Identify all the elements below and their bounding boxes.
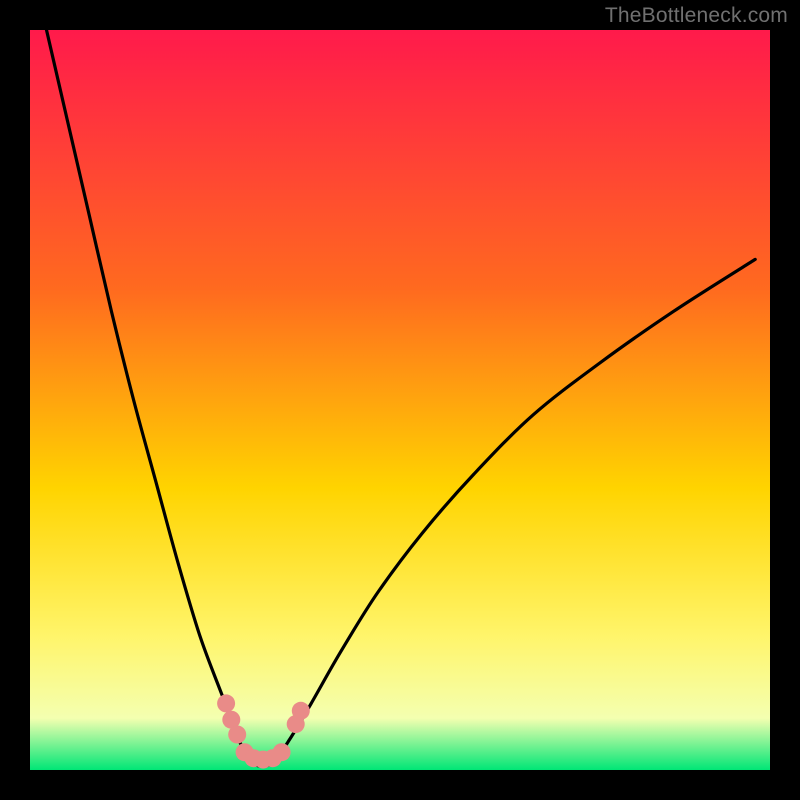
marker-dot bbox=[228, 726, 246, 744]
marker-dot bbox=[217, 694, 235, 712]
curve-layer bbox=[30, 30, 770, 770]
marker-dot bbox=[292, 702, 310, 720]
chart-frame: TheBottleneck.com bbox=[0, 0, 800, 800]
watermark-text: TheBottleneck.com bbox=[605, 4, 788, 28]
plot-area bbox=[30, 30, 770, 770]
bottleneck-curve bbox=[45, 30, 755, 766]
curve-markers bbox=[217, 694, 310, 768]
marker-dot bbox=[273, 743, 291, 761]
